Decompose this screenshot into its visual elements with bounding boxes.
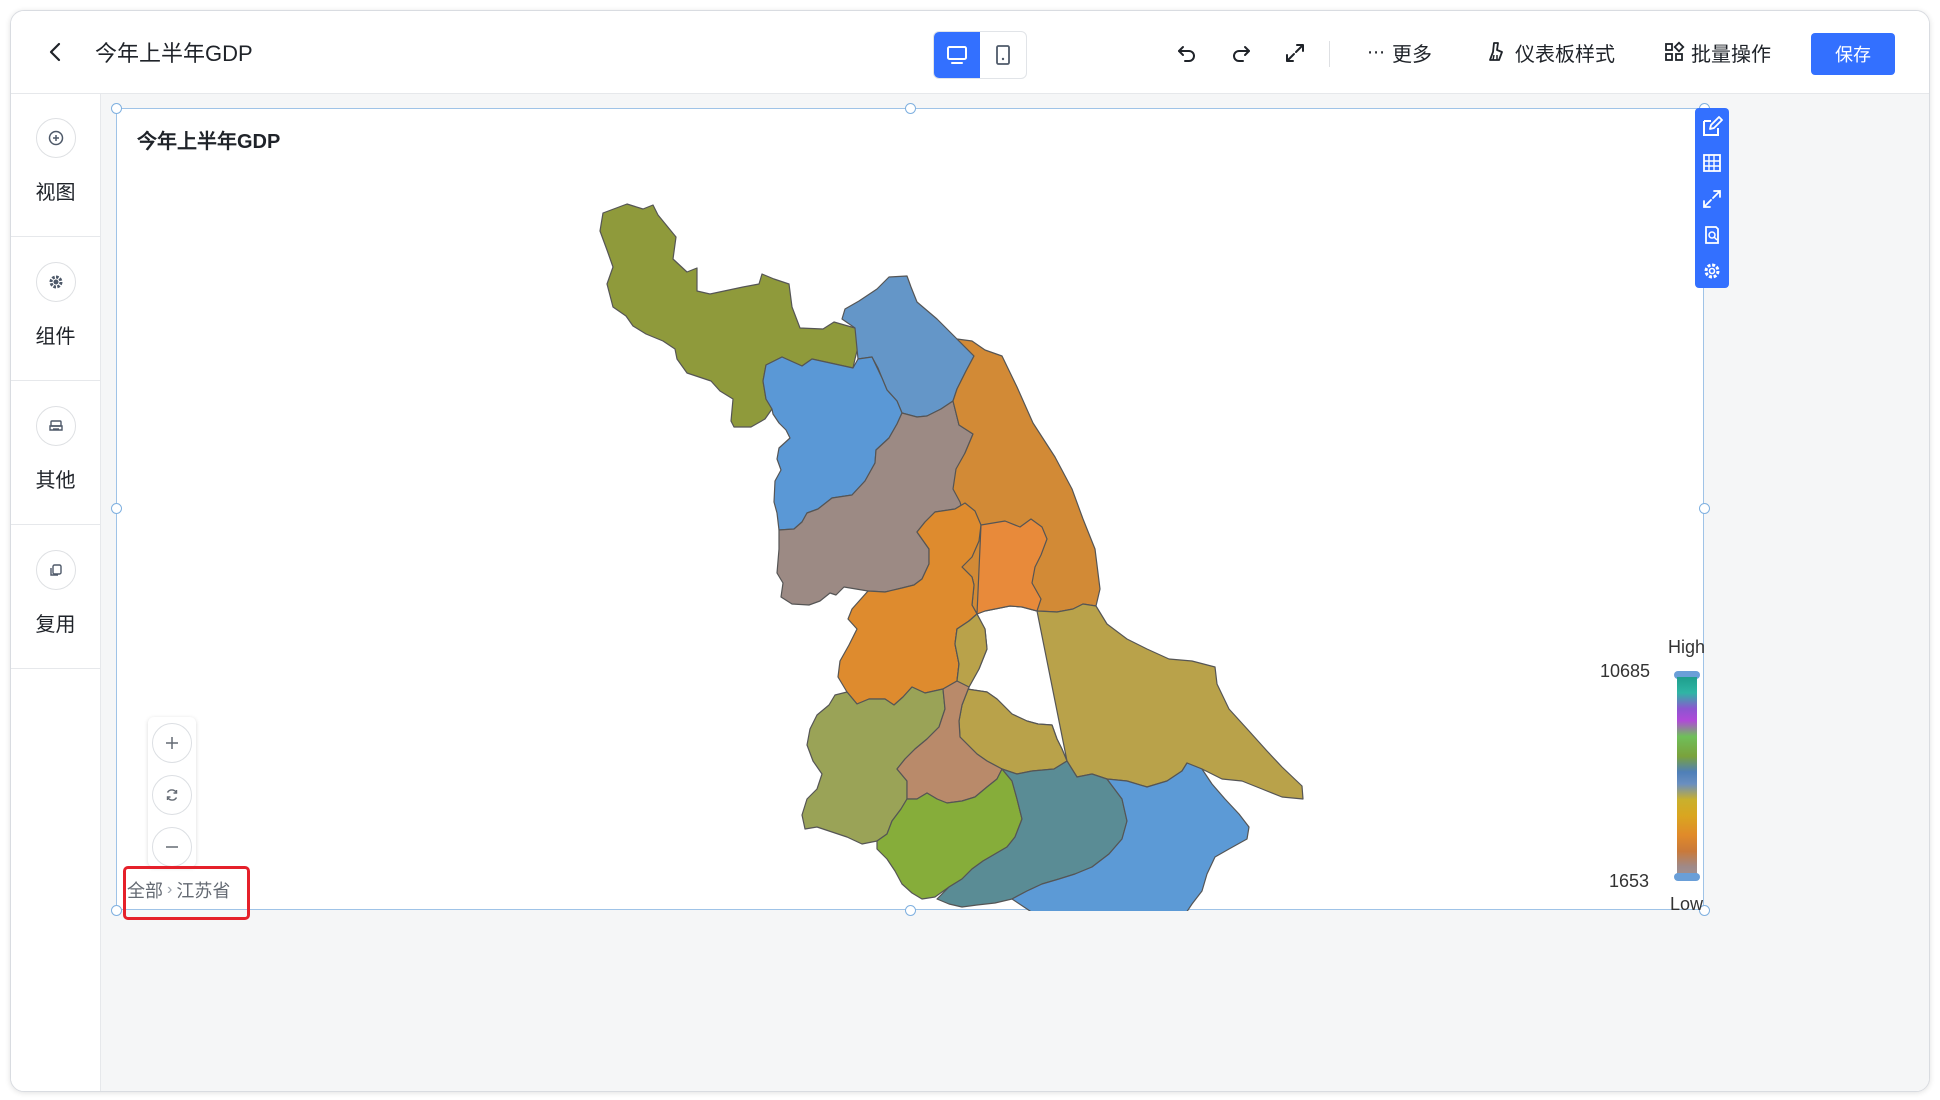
legend-min-handle[interactable]	[1674, 873, 1700, 881]
fullscreen-button[interactable]	[1279, 37, 1311, 69]
desktop-view-button[interactable]	[934, 32, 980, 78]
left-sidebar: 视图 组件 其他 复用	[11, 94, 101, 1091]
dashboard-style-button[interactable]: 仪表板样式	[1485, 35, 1615, 69]
back-button[interactable]	[41, 37, 71, 67]
sidebar-item-other[interactable]: 其他	[11, 382, 100, 525]
edit-widget-button[interactable]	[1697, 112, 1727, 142]
dashboard-style-label: 仪表板样式	[1515, 43, 1615, 66]
chevron-right-icon: ›	[167, 881, 173, 898]
legend-color-bar	[1674, 671, 1700, 881]
map-widget[interactable]: 今年上半年GDP High 10685 1653 Low 全部 › 江苏省	[111, 103, 1710, 920]
zoom-out-button[interactable]	[152, 827, 192, 867]
plus-icon	[166, 737, 178, 749]
map-region-nantong[interactable]	[954, 603, 1304, 800]
batch-ops-label: 批量操作	[1691, 43, 1771, 66]
resize-handle-sw[interactable]	[111, 905, 122, 916]
page-title: 今年上半年GDP	[95, 41, 253, 66]
map-zoom-control	[148, 717, 196, 867]
province-map	[599, 203, 1304, 911]
more-menu-button[interactable]: ⋯ 更多	[1367, 35, 1432, 69]
sidebar-item-label: 组件	[35, 326, 76, 348]
resize-handle-nw[interactable]	[111, 103, 122, 114]
copy-icon	[35, 550, 76, 590]
gear-icon	[1704, 263, 1720, 279]
legend-min-value: 1653	[1609, 871, 1650, 891]
table-icon	[1703, 154, 1721, 172]
legend-high-label: High	[1668, 637, 1706, 657]
resize-handle-w[interactable]	[111, 503, 122, 514]
save-button[interactable]: 保存	[1811, 33, 1895, 75]
resize-handle-n[interactable]	[905, 103, 916, 114]
batch-ops-button[interactable]: 批量操作	[1663, 35, 1771, 69]
zoom-in-button[interactable]	[152, 723, 192, 763]
refresh-icon	[166, 789, 178, 801]
document-search-icon	[1705, 226, 1719, 244]
legend-gradient	[1677, 677, 1697, 875]
legend-max-value: 10685	[1600, 661, 1651, 681]
printer-icon	[35, 406, 76, 446]
sidebar-item-component[interactable]: 组件	[11, 238, 100, 381]
widget-side-toolbar	[1695, 108, 1729, 288]
map-breadcrumb: 全部 › 江苏省	[127, 877, 230, 903]
undo-button[interactable]	[1171, 37, 1203, 69]
mobile-icon	[996, 45, 1010, 65]
grid-icon	[1665, 41, 1685, 61]
inspect-widget-button[interactable]	[1697, 220, 1727, 250]
resize-handle-e[interactable]	[1699, 503, 1710, 514]
mobile-view-button[interactable]	[980, 32, 1026, 78]
redo-button[interactable]	[1225, 37, 1257, 69]
reset-view-button[interactable]	[152, 775, 192, 815]
plus-circle-icon	[35, 118, 76, 158]
expand-icon	[1286, 44, 1304, 62]
dashboard-canvas: 今年上半年GDP High 10685 1653 Low 全部 › 江苏省	[101, 94, 1929, 1091]
sidebar-item-label: 其他	[35, 470, 76, 492]
chevron-left-icon	[49, 42, 61, 62]
device-toggle	[933, 31, 1027, 79]
minus-icon	[166, 846, 178, 848]
undo-icon	[1178, 46, 1195, 62]
sidebar-item-view[interactable]: 视图	[11, 94, 100, 237]
brush-icon	[1489, 42, 1503, 61]
redo-icon	[1233, 46, 1250, 62]
sidebar-item-label: 复用	[35, 614, 76, 636]
toolbar-divider	[1329, 41, 1330, 67]
desktop-icon	[947, 46, 967, 64]
breadcrumb-current[interactable]: 江苏省	[176, 877, 230, 903]
gear-icon	[35, 262, 76, 302]
ellipsis-icon: ⋯	[1367, 41, 1386, 62]
sidebar-item-label: 视图	[35, 182, 76, 204]
top-bar: 今年上半年GDP ⋯ 更多 仪表板样式 批量操作 保存	[11, 11, 1929, 94]
expand-icon	[1703, 190, 1721, 208]
sidebar-item-reuse[interactable]: 复用	[11, 526, 100, 669]
expand-widget-button[interactable]	[1697, 184, 1727, 214]
app-window: 今年上半年GDP ⋯ 更多 仪表板样式 批量操作 保存 视图 组件 其他 复用 …	[10, 10, 1930, 1092]
resize-handle-s[interactable]	[905, 905, 916, 916]
edit-icon	[1703, 116, 1723, 136]
widget-settings-button[interactable]	[1697, 256, 1727, 286]
legend-low-label: Low	[1670, 894, 1704, 914]
data-table-button[interactable]	[1697, 148, 1727, 178]
more-label: 更多	[1392, 43, 1432, 66]
breadcrumb-root[interactable]: 全部	[127, 877, 163, 903]
